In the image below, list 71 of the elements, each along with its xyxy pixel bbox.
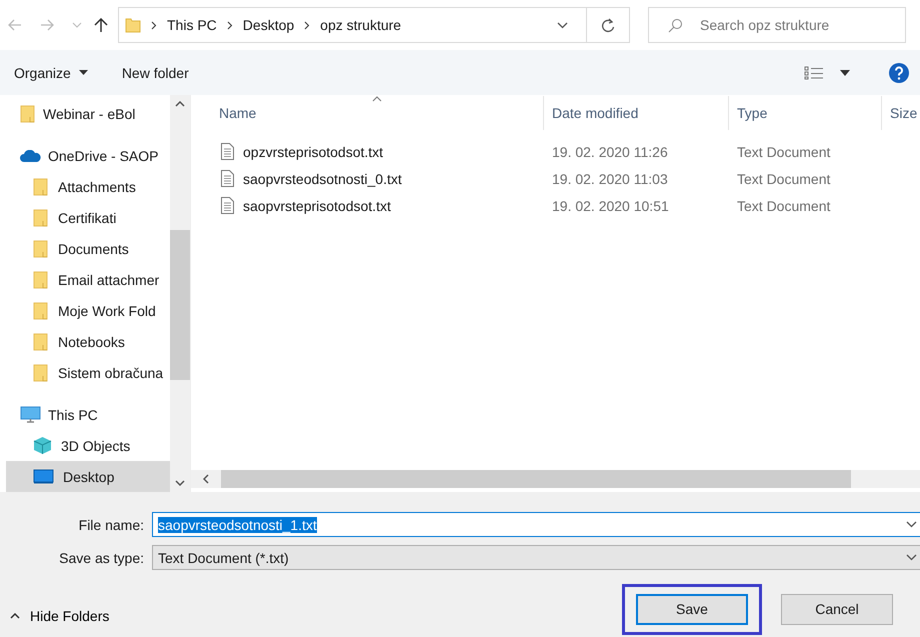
column-header[interactable]: Date modified xyxy=(544,96,729,130)
folder-icon xyxy=(20,104,36,122)
desktop-icon xyxy=(33,469,54,484)
file-type: Text Document xyxy=(736,198,832,214)
file-name[interactable]: opzvrsteprisotodsot.txt xyxy=(243,144,384,160)
date-modified: 19. 02. 2020 11:03 xyxy=(551,170,669,186)
help-icon[interactable] xyxy=(888,62,910,84)
view-options-icon[interactable] xyxy=(804,66,824,80)
text-file-icon xyxy=(221,197,234,214)
chevron-right-icon xyxy=(304,20,310,30)
nav-item[interactable]: This PC xyxy=(0,399,170,430)
date-modified: 19. 02. 2020 10:51 xyxy=(551,198,670,214)
save-as-type-label: Save as type: xyxy=(58,550,144,566)
column-header[interactable]: Name xyxy=(191,96,544,130)
new-folder-button[interactable]: New folder xyxy=(114,60,197,84)
scroll-up-icon[interactable] xyxy=(175,101,185,107)
chevron-right-icon xyxy=(151,20,157,30)
horizontal-scrollbar[interactable] xyxy=(191,470,920,488)
folder-icon xyxy=(33,364,49,382)
sort-caret-icon xyxy=(372,96,382,102)
folder-icon xyxy=(33,270,49,288)
vertical-scrollbar[interactable] xyxy=(170,95,190,492)
nav-item[interactable]: Attachments xyxy=(0,171,170,202)
file-type: Text Document xyxy=(736,170,832,186)
nav-item[interactable]: 3D Objects xyxy=(0,430,170,461)
address-bar[interactable]: This PC Desktop opz strukture xyxy=(118,7,630,43)
scroll-left-icon[interactable] xyxy=(203,474,209,484)
column-header[interactable]: Size xyxy=(882,96,918,130)
text-file-icon xyxy=(221,143,234,160)
nav-item[interactable]: Certifikati xyxy=(0,202,170,233)
search-field[interactable]: Search opz strukture xyxy=(648,7,906,43)
search-icon xyxy=(668,18,683,33)
file-name-field[interactable]: saopvrsteodsotnosti_1.txt xyxy=(152,512,920,537)
nav-item[interactable]: OneDrive - SAOP xyxy=(0,140,170,171)
monitor-icon xyxy=(20,406,41,423)
text-file-icon xyxy=(221,170,234,187)
nav-item[interactable]: Sistem obračuna xyxy=(0,357,170,388)
breadcrumb[interactable]: Desktop xyxy=(242,17,294,33)
nav-item[interactable]: Webinar - eBol xyxy=(0,98,170,129)
file-name[interactable]: saopvrsteprisotodsot.txt xyxy=(243,198,391,214)
file-name[interactable]: saopvrsteodsotnosti_0.txt xyxy=(243,170,402,186)
folder-icon xyxy=(33,240,49,258)
refresh-icon[interactable] xyxy=(601,18,615,32)
cube-icon xyxy=(33,436,52,455)
folder-icon xyxy=(33,332,49,350)
column-header[interactable]: Type xyxy=(729,96,882,130)
nav-item[interactable]: Notebooks xyxy=(0,326,170,357)
dialog-button[interactable]: Save xyxy=(636,594,748,624)
up-arrow-icon[interactable] xyxy=(94,18,108,32)
file-type: Text Document xyxy=(736,144,832,160)
nav-item[interactable]: Desktop xyxy=(6,461,170,492)
file-name-label: File name: xyxy=(78,516,144,532)
nav-item[interactable]: Moje Work Fold xyxy=(0,295,170,326)
folder-icon xyxy=(125,17,141,33)
chevron-right-icon xyxy=(226,20,233,30)
folder-icon xyxy=(33,208,49,226)
date-modified: 19. 02. 2020 11:26 xyxy=(551,144,669,160)
cloud-icon xyxy=(20,150,41,162)
organize-menu[interactable]: Organize xyxy=(6,60,96,84)
dialog-button[interactable]: Cancel xyxy=(781,594,893,624)
hide-folders-button[interactable]: Hide Folders xyxy=(10,608,110,624)
breadcrumb[interactable]: opz strukture xyxy=(320,17,402,33)
breadcrumb[interactable]: This PC xyxy=(167,17,217,33)
nav-item[interactable]: Email attachmer xyxy=(0,264,170,295)
chevron-up-icon xyxy=(10,613,20,619)
folder-icon xyxy=(33,302,49,320)
folder-icon xyxy=(33,178,49,196)
caret-down-icon xyxy=(78,70,88,75)
save-as-type-dropdown[interactable]: Text Document (*.txt) xyxy=(152,545,920,570)
nav-item[interactable]: Documents xyxy=(0,233,170,264)
scroll-down-icon[interactable] xyxy=(175,480,185,486)
